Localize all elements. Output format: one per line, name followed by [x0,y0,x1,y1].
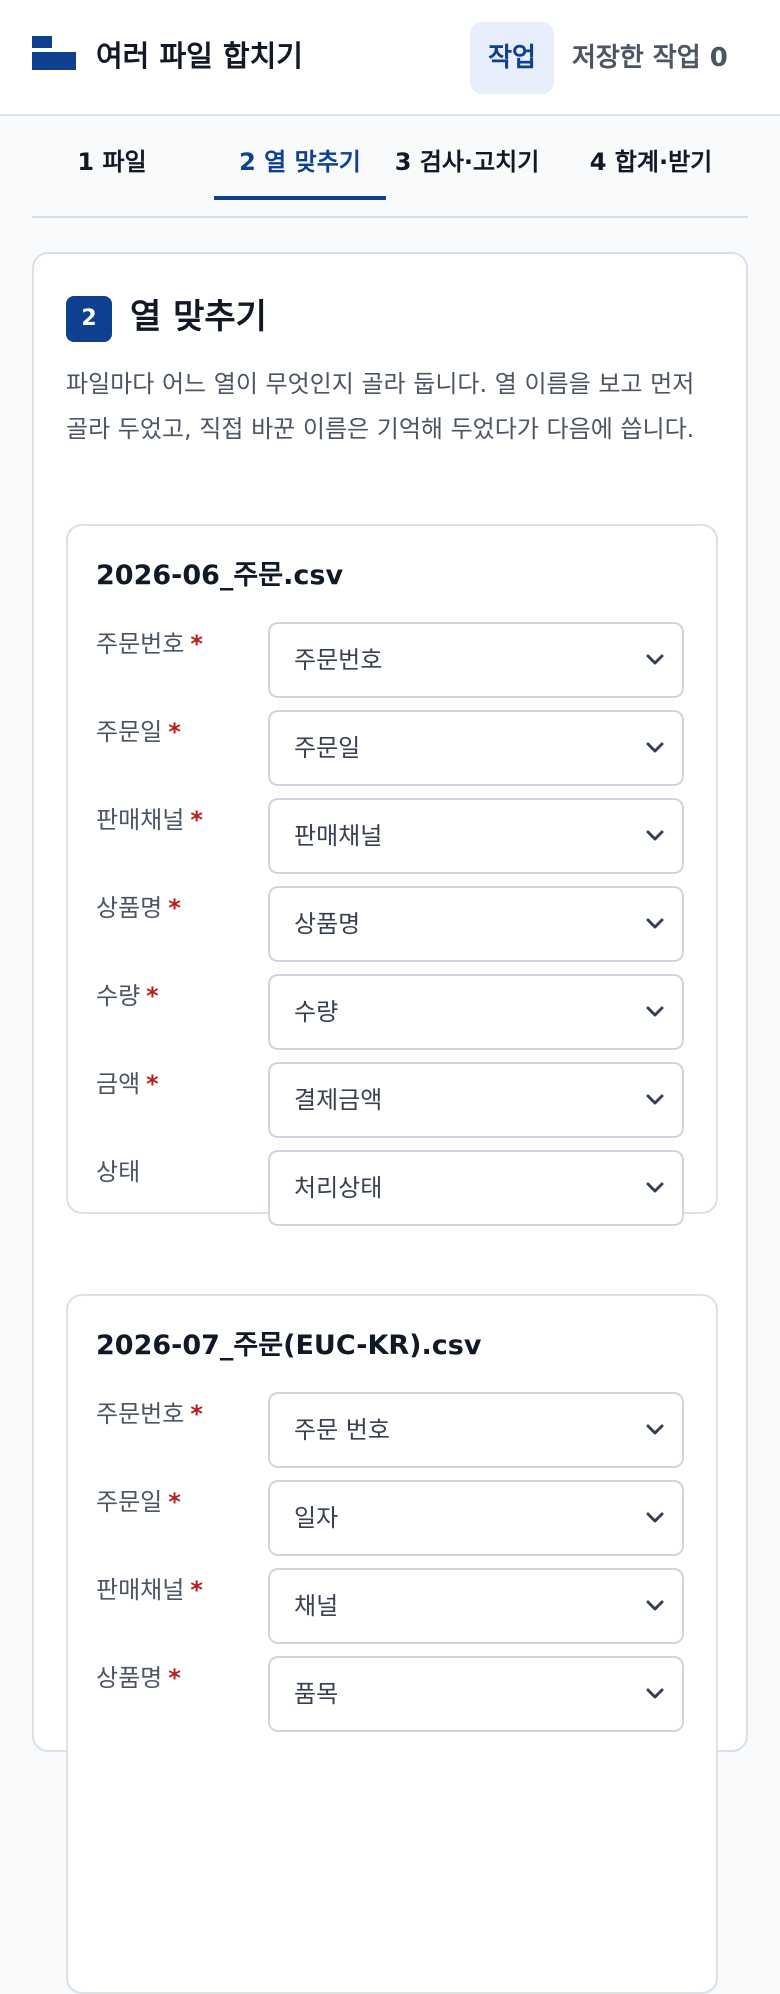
column-select-value: 일자 [294,1504,339,1532]
field-label-text: 상품명 [96,894,163,922]
mapping-row: 판매채널 * 판매채널 [96,798,692,874]
field-label: 주문일 * [96,1482,181,1522]
chevron-down-icon [644,1595,666,1617]
mapping-row: 주문일 * 주문일 [96,710,692,786]
field-label: 금액 * [96,1064,159,1104]
field-label-text: 상태 [96,1158,141,1186]
field-label: 주문번호 * [96,1394,203,1434]
file-name: 2026-07_주문(EUC-KR).csv [96,1330,482,1361]
required-marker: * [168,1488,181,1516]
mapping-row: 주문번호 * 주문 번호 [96,1392,692,1468]
column-mapping-panel: 2 열 맞추기 파일마다 어느 열이 무엇인지 골라 둡니다. 열 이름을 보고… [32,252,748,1994]
tab-inspect-fix[interactable]: 3 검사·고치기 [378,116,556,216]
step-tabs: 1 파일 2 열 맞추기 3 검사·고치기 4 합계·받기 [32,116,748,218]
column-select[interactable]: 결제금액 [268,1062,684,1138]
nav-work-button[interactable]: 작업 [470,22,554,94]
column-select-value: 결제금액 [294,1086,383,1114]
folder-stack-icon [32,36,76,70]
column-select-value: 품목 [294,1680,339,1708]
required-marker: * [190,630,203,658]
field-label-text: 판매채널 [96,806,185,834]
chevron-down-icon [644,1001,666,1023]
field-label-text: 주문번호 [96,1400,185,1428]
chevron-down-icon [644,1419,666,1441]
column-select[interactable]: 주문번호 [268,622,684,698]
required-marker: * [190,806,203,834]
column-select[interactable]: 품목 [268,1656,684,1732]
column-select-value: 상품명 [294,910,361,938]
field-label: 상태 [96,1152,140,1192]
column-select-value: 주문일 [294,734,361,762]
chevron-down-icon [644,737,666,759]
mapping-row: 금액 * 결제금액 [96,1062,692,1138]
field-label: 주문번호 * [96,624,203,664]
chevron-down-icon [644,1683,666,1705]
field-label-text: 주문번호 [96,630,185,658]
column-select[interactable]: 상품명 [268,886,684,962]
field-label: 판매채널 * [96,800,203,840]
field-label: 상품명 * [96,888,181,928]
mapping-row: 주문번호 * 주문번호 [96,622,692,698]
column-select-value: 주문 번호 [294,1416,390,1444]
field-label-text: 수량 [96,982,141,1010]
field-label: 상품명 * [96,1658,181,1698]
column-select-value: 처리상태 [294,1174,383,1202]
column-select[interactable]: 처리상태 [268,1150,684,1226]
field-label-text: 주문일 [96,718,163,746]
field-label: 판매채널 * [96,1570,203,1610]
mapping-row: 수량 * 수량 [96,974,692,1050]
field-label-text: 금액 [96,1070,141,1098]
field-label-text: 주문일 [96,1488,163,1516]
column-select[interactable]: 판매채널 [268,798,684,874]
file-name: 2026-06_주문.csv [96,560,344,591]
chevron-down-icon [644,649,666,671]
mapping-row: 상품명 * 품목 [96,1656,692,1732]
file-card: 2026-07_주문(EUC-KR).csv 주문번호 * 주문 번호 주문일 * 일자 판매… [66,1294,718,1994]
column-select-value: 채널 [294,1592,339,1620]
chevron-down-icon [644,825,666,847]
app-title: 여러 파일 합치기 [96,39,303,73]
mapping-row: 상품명 * 상품명 [96,886,692,962]
mapping-row: 주문일 * 일자 [96,1480,692,1556]
required-marker: * [146,982,159,1010]
column-select[interactable]: 채널 [268,1568,684,1644]
field-label-text: 판매채널 [96,1576,185,1604]
chevron-down-icon [644,913,666,935]
step-badge: 2 [66,296,112,342]
tab-column-match[interactable]: 2 열 맞추기 [214,116,386,216]
column-select[interactable]: 수량 [268,974,684,1050]
tab-total-download[interactable]: 4 합계·받기 [562,116,740,216]
required-marker: * [146,1070,159,1098]
field-label: 주문일 * [96,712,181,752]
active-tab-indicator [214,196,386,200]
section-description: 파일마다 어느 열이 무엇인지 골라 둡니다. 열 이름을 보고 먼저 골라 두… [66,370,695,443]
column-select[interactable]: 주문일 [268,710,684,786]
required-marker: * [190,1400,203,1428]
field-label: 수량 * [96,976,159,1016]
column-select[interactable]: 주문 번호 [268,1392,684,1468]
file-card: 2026-06_주문.csv 주문번호 * 주문번호 주문일 * 주문일 판매채널 * 판매채널 상… [66,524,718,1226]
chevron-down-icon [644,1507,666,1529]
column-select-value: 주문번호 [294,646,383,674]
column-select-value: 수량 [294,998,339,1026]
chevron-down-icon [644,1177,666,1199]
section-title: 열 맞추기 [130,297,267,337]
column-select-value: 판매채널 [294,822,383,850]
required-marker: * [168,894,181,922]
column-select[interactable]: 일자 [268,1480,684,1556]
nav-saved-button[interactable]: 저장한 작업 0 [572,22,768,94]
mapping-row: 판매채널 * 채널 [96,1568,692,1644]
chevron-down-icon [644,1089,666,1111]
required-marker: * [190,1576,203,1604]
app-header: 여러 파일 합치기 작업 저장한 작업 0 [0,0,780,116]
required-marker: * [168,718,181,746]
tab-files[interactable]: 1 파일 [42,116,182,216]
mapping-row: 상태처리상태 [96,1150,692,1226]
